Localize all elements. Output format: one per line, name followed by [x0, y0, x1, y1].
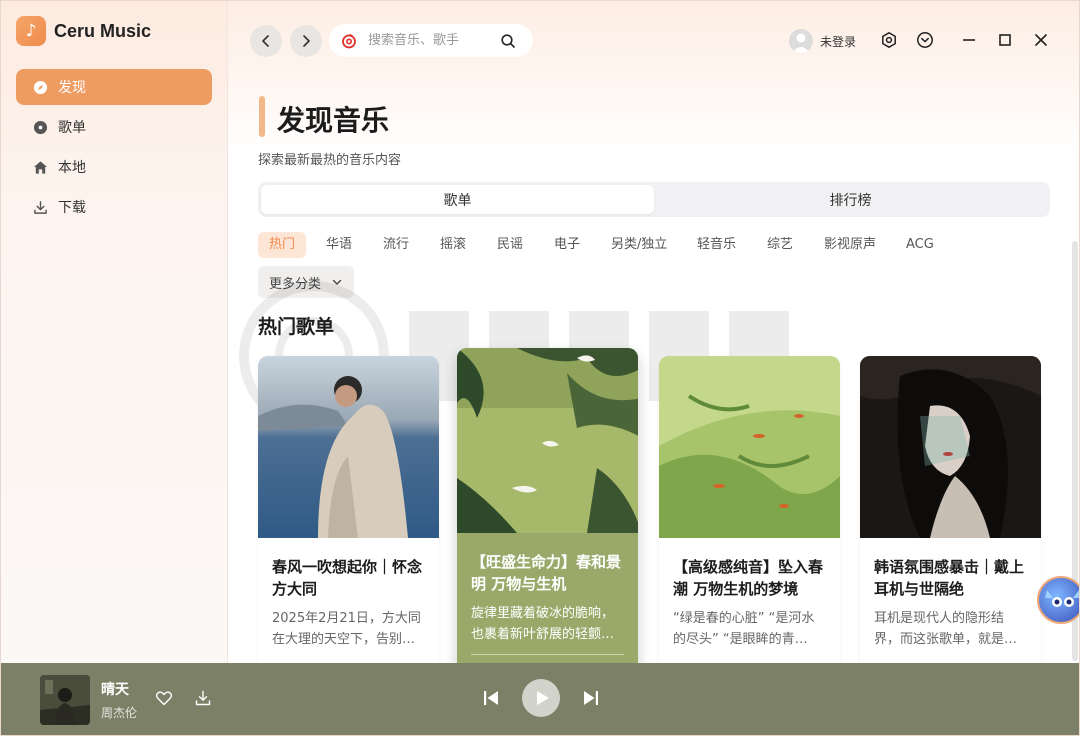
assistant-mascot-icon[interactable]	[1037, 576, 1079, 624]
search-input[interactable]	[368, 33, 490, 48]
like-button[interactable]	[155, 689, 173, 707]
user-name: 未登录	[820, 34, 857, 49]
download-icon	[32, 199, 48, 215]
tab-switcher: 歌单 排行榜	[258, 182, 1050, 217]
playlist-card[interactable]: 春风一吹想起你｜怀念方大同 2025年2月21日，方大同在大理的天空下，告别…	[258, 356, 439, 663]
app-window: ♪ Ceru Music 发现 歌单 本地 下载 搜索音乐、歌手 未登录 发现音…	[0, 0, 1080, 736]
section-title: 热门歌单	[258, 316, 335, 338]
sidebar-item-label: 本地	[58, 160, 86, 176]
category-rock[interactable]: 摇滚	[429, 232, 477, 258]
playlist-title: 【旺盛生命力】春和景明 万物与生机	[471, 553, 622, 593]
category-chinese[interactable]: 华语	[315, 232, 363, 258]
more-categories-button[interactable]: 更多分类	[258, 266, 355, 298]
playlist-cover	[860, 356, 1041, 538]
chevron-circle-down-icon	[917, 32, 933, 48]
tab-playlists[interactable]: 歌单	[261, 185, 654, 214]
playlist-cover	[258, 356, 439, 538]
user-profile[interactable]: 未登录	[789, 29, 856, 53]
previous-button[interactable]	[482, 689, 500, 707]
playlist-desc: “绿是春的心脏” “是河水的尽头” “是眼眸的青…	[673, 611, 815, 647]
close-icon	[1034, 33, 1048, 47]
category-hot[interactable]: 热门	[258, 232, 307, 258]
skip-back-icon	[484, 691, 498, 705]
sidebar-item-playlists[interactable]: 歌单	[16, 109, 212, 145]
playlist-desc: 2025年2月21日，方大同在大理的天空下，告别…	[272, 611, 421, 647]
playlist-card[interactable]: 【旺盛生命力】春和景明 万物与生机 旋律里藏着破冰的脆响，也裹着新叶舒展的轻颤…	[457, 348, 638, 663]
disc-icon	[32, 119, 48, 135]
netease-source-icon[interactable]	[341, 33, 357, 49]
minimize-button[interactable]	[960, 31, 978, 49]
sidebar-item-download[interactable]: 下载	[16, 189, 212, 225]
play-icon	[536, 691, 549, 705]
avatar	[789, 29, 813, 53]
next-button[interactable]	[582, 689, 600, 707]
player-bar: 晴天 周杰伦	[1, 663, 1079, 735]
category-indie[interactable]: 另类/独立	[600, 232, 678, 258]
chevron-down-icon	[332, 279, 342, 285]
playlist-card[interactable]: 【高级感纯音】坠入春潮 万物生机的梦境 “绿是春的心脏” “是河水的尽头” “是…	[659, 356, 840, 663]
back-button[interactable]	[250, 25, 282, 57]
playlist-desc: 旋律里藏着破冰的脆响，也裹着新叶舒展的轻颤…	[471, 606, 615, 642]
tab-charts[interactable]: 排行榜	[654, 185, 1047, 214]
category-variety[interactable]: 综艺	[756, 232, 804, 258]
gear-icon	[882, 32, 896, 48]
album-cover[interactable]	[40, 675, 90, 725]
settings-button[interactable]	[880, 31, 898, 49]
playlist-grid: 春风一吹想起你｜怀念方大同 2025年2月21日，方大同在大理的天空下，告别…	[258, 348, 1058, 663]
sidebar-item-label: 下载	[58, 200, 86, 216]
playlist-title: 春风一吹想起你｜怀念方大同	[272, 558, 423, 598]
search-icon[interactable]	[500, 33, 516, 49]
skip-forward-icon	[584, 691, 598, 705]
more-categories-label: 更多分类	[269, 276, 322, 292]
sidebar-item-label: 歌单	[58, 120, 86, 136]
chevron-right-icon	[303, 35, 310, 47]
download-song-button[interactable]	[194, 689, 212, 707]
music-note-icon: ♪	[16, 16, 46, 46]
mini-mode-button[interactable]	[916, 31, 934, 49]
song-title: 晴天	[101, 682, 129, 698]
playlist-cover	[659, 356, 840, 538]
heart-icon	[155, 691, 173, 706]
title-accent-bar	[259, 96, 265, 137]
sidebar-item-discover[interactable]: 发现	[16, 69, 212, 105]
category-soundtrack[interactable]: 影视原声	[813, 232, 887, 258]
minimize-icon	[963, 39, 975, 41]
play-button[interactable]	[522, 679, 560, 717]
sidebar: ♪ Ceru Music 发现 歌单 本地 下载	[1, 1, 228, 663]
user-icon	[792, 33, 810, 53]
home-icon	[32, 159, 48, 175]
top-bar: 未登录	[229, 1, 1079, 81]
playlist-title: 韩语氛围感暴击｜戴上耳机与世隔绝	[874, 558, 1025, 598]
song-artist: 周杰伦	[101, 706, 138, 720]
brand: ♪ Ceru Music	[16, 16, 151, 46]
compass-icon	[32, 79, 48, 95]
sidebar-item-local[interactable]: 本地	[16, 149, 212, 185]
category-acg[interactable]: ACG	[895, 232, 945, 258]
forward-button[interactable]	[290, 25, 322, 57]
playlist-desc: 耳机是现代人的隐形结界，而这张歌单，就是…	[874, 611, 1018, 647]
playlist-card[interactable]: 韩语氛围感暴击｜戴上耳机与世隔绝 耳机是现代人的隐形结界，而这张歌单，就是…	[860, 356, 1041, 663]
playlist-title: 【高级感纯音】坠入春潮 万物生机的梦境	[673, 558, 824, 598]
close-button[interactable]	[1032, 31, 1050, 49]
category-light-music[interactable]: 轻音乐	[686, 232, 747, 258]
maximize-button[interactable]	[996, 31, 1014, 49]
category-pop[interactable]: 流行	[372, 232, 420, 258]
sidebar-nav: 发现 歌单 本地 下载	[16, 69, 212, 229]
page-subtitle: 探索最新最热的音乐内容	[258, 153, 402, 168]
sidebar-item-label: 发现	[58, 80, 86, 96]
category-electronic[interactable]: 电子	[543, 232, 591, 258]
chevron-left-icon	[262, 35, 269, 47]
playlist-cover	[457, 348, 638, 533]
card-divider	[471, 654, 624, 655]
download-icon	[195, 690, 211, 706]
main-content: 发现音乐 探索最新最热的音乐内容 歌单 排行榜 热门 华语 流行 摇滚 民谣 电…	[229, 81, 1079, 663]
page-title: 发现音乐	[277, 104, 390, 137]
category-folk[interactable]: 民谣	[486, 232, 534, 258]
maximize-icon	[999, 34, 1011, 46]
search-box	[329, 24, 533, 57]
app-name: Ceru Music	[54, 20, 152, 41]
